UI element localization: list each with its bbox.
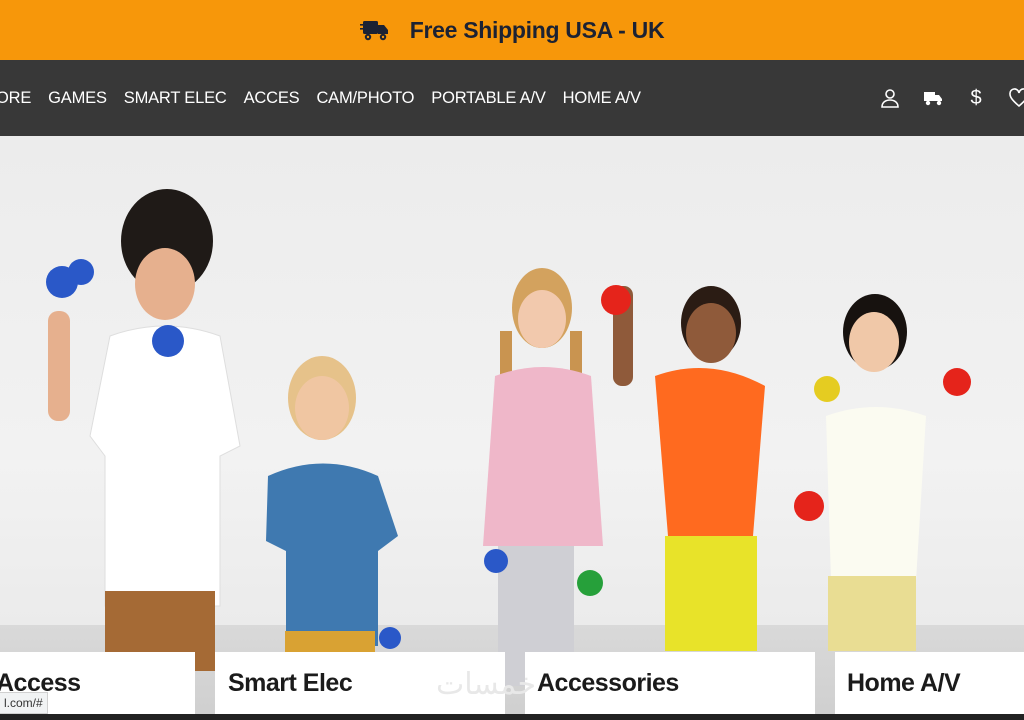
nav-item-smart-elec[interactable]: SMART ELEC <box>124 89 227 108</box>
card-label: Home A/V <box>847 668 961 697</box>
banner-text: Free Shipping USA - UK <box>409 16 665 43</box>
category-card-accessories[interactable]: Accessories <box>525 652 815 714</box>
hero-banner <box>0 136 1024 720</box>
hero-image <box>46 189 971 686</box>
nav-item-acces[interactable]: ACCES <box>244 89 300 108</box>
main-nav: ORE GAMES SMART ELEC ACCES CAM/PHOTO POR… <box>0 60 1024 136</box>
category-card-home-av[interactable]: Home A/V <box>835 652 1024 714</box>
child-2 <box>266 356 401 671</box>
child-3 <box>483 268 603 686</box>
nav-item-portable-av[interactable]: PORTABLE A/V <box>431 89 546 108</box>
user-icon[interactable] <box>879 87 901 109</box>
child-5 <box>814 294 971 651</box>
free-shipping-banner: Free Shipping USA - UK <box>0 0 1024 60</box>
nav-icons: $ <box>858 60 1024 136</box>
heart-icon[interactable] <box>1008 87 1024 109</box>
nav-item-cam-photo[interactable]: CAM/PHOTO <box>316 89 414 108</box>
nav-item-games[interactable]: GAMES <box>48 89 107 108</box>
dollar-icon[interactable]: $ <box>965 87 987 109</box>
nav-menu: ORE GAMES SMART ELEC ACCES CAM/PHOTO POR… <box>0 60 658 136</box>
child-4 <box>601 285 824 651</box>
nav-item-store[interactable]: ORE <box>0 89 31 108</box>
child-1 <box>46 189 241 671</box>
bottom-bar <box>0 714 1024 720</box>
truck-icon[interactable] <box>922 87 944 109</box>
card-label: Smart Elec <box>228 668 353 697</box>
nav-item-home-av[interactable]: HOME A/V <box>563 89 641 108</box>
status-bar-url: l.com/# <box>0 692 48 714</box>
watermark: خمسات <box>436 667 537 702</box>
delivery-truck-icon <box>359 21 388 41</box>
card-label: Accessories <box>537 668 679 697</box>
